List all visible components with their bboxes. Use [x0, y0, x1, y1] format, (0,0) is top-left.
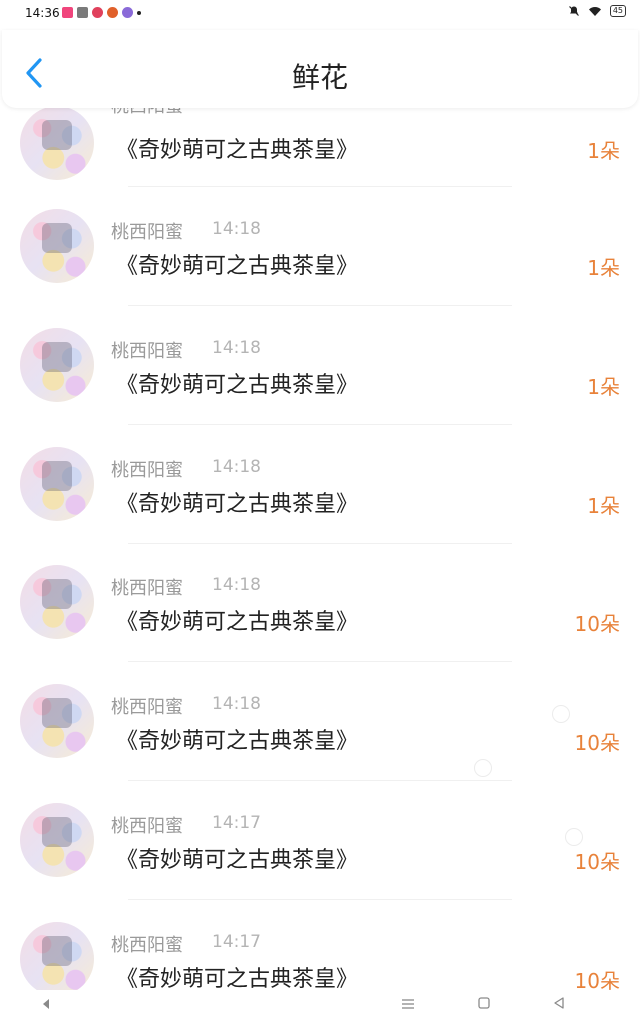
app-notification-icon — [122, 7, 133, 18]
avatar[interactable] — [20, 565, 94, 639]
gift-title: 《奇妙萌可之古典茶皇》 — [116, 373, 359, 398]
divider — [128, 780, 512, 781]
list-item[interactable]: 桃西阳蜜 14:18 《奇妙萌可之古典茶皇》 1朵 — [0, 447, 640, 575]
avatar[interactable] — [20, 209, 94, 283]
divider — [128, 305, 512, 306]
nav-hide-button[interactable] — [36, 996, 56, 1016]
status-time: 14:36 — [25, 6, 60, 20]
status-right: 45 — [568, 5, 626, 17]
send-time: 14:18 — [212, 338, 261, 358]
app-notification-icon — [62, 7, 73, 18]
flower-count: 1朵 — [587, 139, 620, 163]
app-notification-icon — [92, 7, 103, 18]
nav-home-button[interactable] — [474, 996, 494, 1016]
sender-name: 桃西阳蜜 — [111, 697, 183, 718]
triangle-left-icon — [43, 999, 49, 1009]
menu-icon — [402, 999, 414, 1009]
avatar[interactable] — [20, 684, 94, 758]
home-square-icon — [478, 997, 490, 1009]
top-header: 鲜花 — [2, 30, 638, 108]
gift-title: 《奇妙萌可之古典茶皇》 — [116, 254, 359, 279]
page-title: 鲜花 — [291, 61, 348, 94]
flower-count: 10朵 — [574, 850, 620, 874]
gift-title: 《奇妙萌可之古典茶皇》 — [116, 492, 359, 517]
gift-title: 《奇妙萌可之古典茶皇》 — [116, 610, 359, 635]
sender-name: 桃西阳蜜 — [111, 341, 183, 362]
flower-count: 1朵 — [587, 375, 620, 399]
divider — [128, 543, 512, 544]
back-triangle-icon — [554, 997, 564, 1009]
avatar[interactable] — [20, 106, 94, 180]
app-notification-icon — [77, 7, 88, 18]
status-bar: 14:36 45 — [0, 0, 640, 28]
list-item[interactable]: 桃西阳蜜 14:18 《奇妙萌可之古典茶皇》 10朵 — [0, 565, 640, 693]
send-time: 14:17 — [212, 813, 261, 833]
sender-name: 桃西阳蜜 — [111, 222, 183, 243]
send-time: 14:18 — [212, 575, 261, 595]
app-notification-icon — [107, 7, 118, 18]
flower-count: 10朵 — [574, 969, 620, 990]
wifi-icon — [588, 6, 601, 16]
list-item[interactable]: 桃西阳蜜 14:18 《奇妙萌可之古典茶皇》 1朵 — [0, 328, 640, 456]
system-nav-bar — [0, 990, 640, 1024]
notification-app-icons — [62, 7, 141, 18]
mute-bell-icon — [568, 6, 579, 16]
ghost-circle-decoration — [565, 828, 583, 846]
send-time: 14:18 — [212, 219, 261, 239]
sender-name: 桃西阳蜜 — [111, 460, 183, 481]
nav-back-button[interactable] — [549, 996, 569, 1016]
ghost-circle-decoration — [474, 759, 492, 777]
nav-menu-button[interactable] — [398, 996, 418, 1016]
flower-count: 1朵 — [587, 256, 620, 280]
gift-title: 《奇妙萌可之古典茶皇》 — [116, 848, 359, 873]
gift-title: 《奇妙萌可之古典茶皇》 — [116, 967, 359, 990]
send-time: 14:18 — [212, 457, 261, 477]
divider — [128, 661, 512, 662]
send-time: 14:17 — [212, 932, 261, 952]
avatar[interactable] — [20, 328, 94, 402]
avatar[interactable] — [20, 447, 94, 521]
divider — [128, 186, 512, 187]
sender-name: 桃西阳蜜 — [111, 578, 183, 599]
avatar[interactable] — [20, 803, 94, 877]
flower-record-list[interactable]: 桃西阳蜜 14:18 《奇妙萌可之古典茶皇》 1朵 桃西阳蜜 14:18 《奇妙… — [0, 0, 640, 990]
flower-count: 10朵 — [574, 612, 620, 636]
gift-title: 《奇妙萌可之古典茶皇》 — [116, 729, 359, 754]
more-dot-icon — [137, 10, 141, 15]
sender-name: 桃西阳蜜 — [111, 935, 183, 956]
avatar[interactable] — [20, 922, 94, 990]
send-time: 14:18 — [212, 694, 261, 714]
flower-count: 10朵 — [574, 731, 620, 755]
list-item[interactable]: 桃西阳蜜 14:17 《奇妙萌可之古典茶皇》 10朵 — [0, 803, 640, 931]
sender-name: 桃西阳蜜 — [111, 816, 183, 837]
battery-icon: 45 — [609, 5, 626, 17]
list-item[interactable]: 桃西阳蜜 14:18 《奇妙萌可之古典茶皇》 10朵 — [0, 684, 640, 812]
divider — [128, 424, 512, 425]
divider — [128, 899, 512, 900]
list-item[interactable]: 桃西阳蜜 14:18 《奇妙萌可之古典茶皇》 1朵 — [0, 92, 640, 211]
list-item[interactable]: 桃西阳蜜 14:17 《奇妙萌可之古典茶皇》 10朵 — [0, 922, 640, 990]
list-item[interactable]: 桃西阳蜜 14:18 《奇妙萌可之古典茶皇》 1朵 — [0, 209, 640, 337]
gift-title: 《奇妙萌可之古典茶皇》 — [116, 138, 359, 163]
flower-count: 1朵 — [587, 494, 620, 518]
ghost-circle-decoration — [552, 705, 570, 723]
